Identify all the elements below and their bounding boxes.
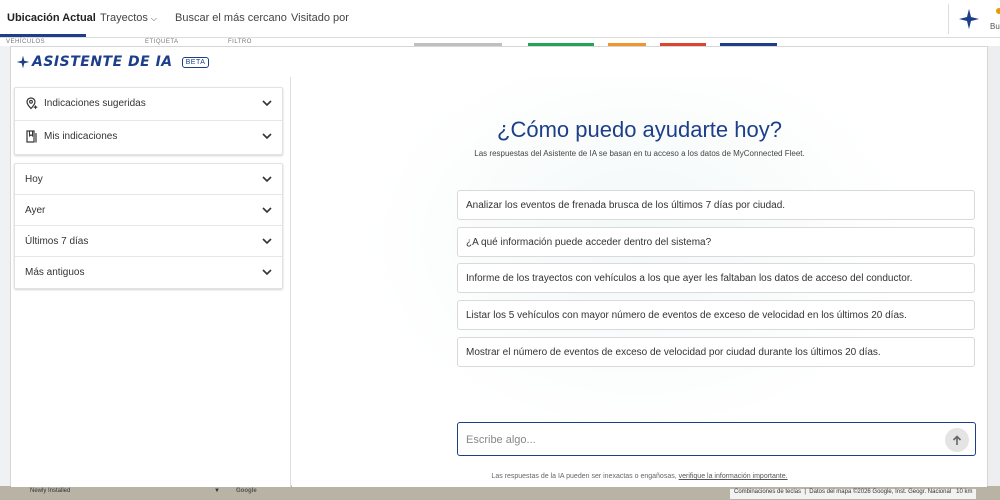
prompts-panel: Indicaciones sugeridas Mis indicaciones bbox=[14, 87, 283, 155]
assistant-title: ASISTENTE DE IA bbox=[32, 54, 173, 70]
chat-input[interactable] bbox=[466, 431, 926, 449]
active-tab-indicator bbox=[0, 34, 86, 37]
chevron-down-icon bbox=[262, 238, 272, 245]
dropdown-arrow-icon: ▼ bbox=[214, 488, 220, 494]
assistant-sidebar: Indicaciones sugeridas Mis indicaciones … bbox=[11, 77, 291, 487]
assistant-logo: ASISTENTE DE IA BETA bbox=[16, 52, 210, 72]
map-scale: 10 km bbox=[956, 489, 973, 495]
page-subtitle: Las respuestas del Asistente de IA se ba… bbox=[474, 149, 805, 158]
col-label-vehiculos: VEHÍCULOS bbox=[6, 39, 46, 45]
chevron-down-icon bbox=[262, 207, 272, 214]
history-item-today[interactable]: Hoy bbox=[15, 164, 282, 195]
suggestion-button[interactable]: ¿A qué información puede acceder dentro … bbox=[457, 227, 975, 257]
map-shortcuts-link[interactable]: Combinaciones de teclas bbox=[734, 489, 801, 495]
modal-header: ASISTENTE DE IA BETA bbox=[11, 47, 987, 77]
app-topbar: Ubicación Actual Trayectos ⌵ Buscar el má… bbox=[0, 0, 1000, 38]
bookmark-icon bbox=[26, 130, 37, 143]
col-label-filtro: FILTRO bbox=[228, 39, 252, 45]
chevron-down-icon bbox=[262, 133, 272, 140]
map-attribution: Combinaciones de teclas | Datos del mapa… bbox=[730, 489, 977, 499]
send-button[interactable] bbox=[945, 428, 969, 452]
page-title: ¿Cómo puedo ayudarte hoy? bbox=[497, 117, 782, 142]
background-toolbar: VEHÍCULOS ETIQUETA FILTRO bbox=[0, 38, 1000, 46]
suggestion-button[interactable]: Listar los 5 vehículos con mayor número … bbox=[457, 300, 975, 330]
notification-dot bbox=[996, 8, 1000, 14]
sidebar-item-my-prompts[interactable]: Mis indicaciones bbox=[15, 121, 282, 154]
background-vehicle-list bbox=[0, 46, 10, 500]
history-item-older[interactable]: Más antiguos bbox=[15, 257, 282, 288]
suggestion-button[interactable]: Informe de los trayectos con vehículos a… bbox=[457, 263, 975, 293]
history-panel: Hoy Ayer Últimos 7 días Más antiguos bbox=[14, 163, 283, 289]
assistant-main: ¿Cómo puedo ayudarte hoy? Las respuestas… bbox=[292, 77, 987, 487]
vehicle-status-text: Newly Installed bbox=[30, 488, 71, 494]
tab-visitado-por[interactable]: Visitado por bbox=[291, 12, 349, 24]
chevron-down-icon bbox=[262, 100, 272, 107]
ai-assistant-modal: ASISTENTE DE IA BETA Indicaciones sugeri… bbox=[10, 46, 988, 487]
sidebar-item-suggested-prompts[interactable]: Indicaciones sugeridas bbox=[15, 88, 282, 121]
background-map-edge bbox=[988, 46, 1000, 500]
tab-buscar-cercano[interactable]: Buscar el más cercano bbox=[175, 12, 287, 24]
sparkle-icon bbox=[16, 55, 30, 69]
chevron-down-icon bbox=[262, 269, 272, 276]
beta-badge: BETA bbox=[181, 56, 210, 68]
google-logo: Google bbox=[236, 488, 257, 494]
background-map: Newly Installed ▼ Google Combinaciones d… bbox=[0, 486, 1000, 500]
tab-ubicacion-actual[interactable]: Ubicación Actual bbox=[7, 12, 96, 24]
history-item-last-7-days[interactable]: Últimos 7 días bbox=[15, 226, 282, 257]
col-label-etiqueta: ETIQUETA bbox=[145, 39, 179, 45]
map-pin-icon bbox=[26, 97, 38, 110]
chevron-down-icon: ⌵ bbox=[150, 14, 157, 23]
suggestion-button[interactable]: Analizar los eventos de frenada brusca d… bbox=[457, 190, 975, 220]
topbar-divider bbox=[948, 4, 949, 34]
user-menu[interactable]: Bu bbox=[990, 22, 1000, 31]
arrow-up-icon bbox=[952, 434, 962, 445]
tab-trayectos[interactable]: Trayectos ⌵ bbox=[100, 12, 157, 24]
verify-info-link[interactable]: verifique la información importante. bbox=[679, 473, 788, 480]
suggestion-button[interactable]: Mostrar el número de eventos de exceso d… bbox=[457, 337, 975, 367]
chevron-down-icon bbox=[262, 176, 272, 183]
ai-disclaimer: Las respuestas de la IA pueden ser inexa… bbox=[491, 473, 788, 480]
ai-star-icon[interactable] bbox=[958, 8, 980, 30]
chat-input-box bbox=[457, 422, 976, 456]
history-item-yesterday[interactable]: Ayer bbox=[15, 195, 282, 226]
map-data-credit: Datos del mapa ©2026 Google, Inst. Geogr… bbox=[809, 489, 952, 495]
